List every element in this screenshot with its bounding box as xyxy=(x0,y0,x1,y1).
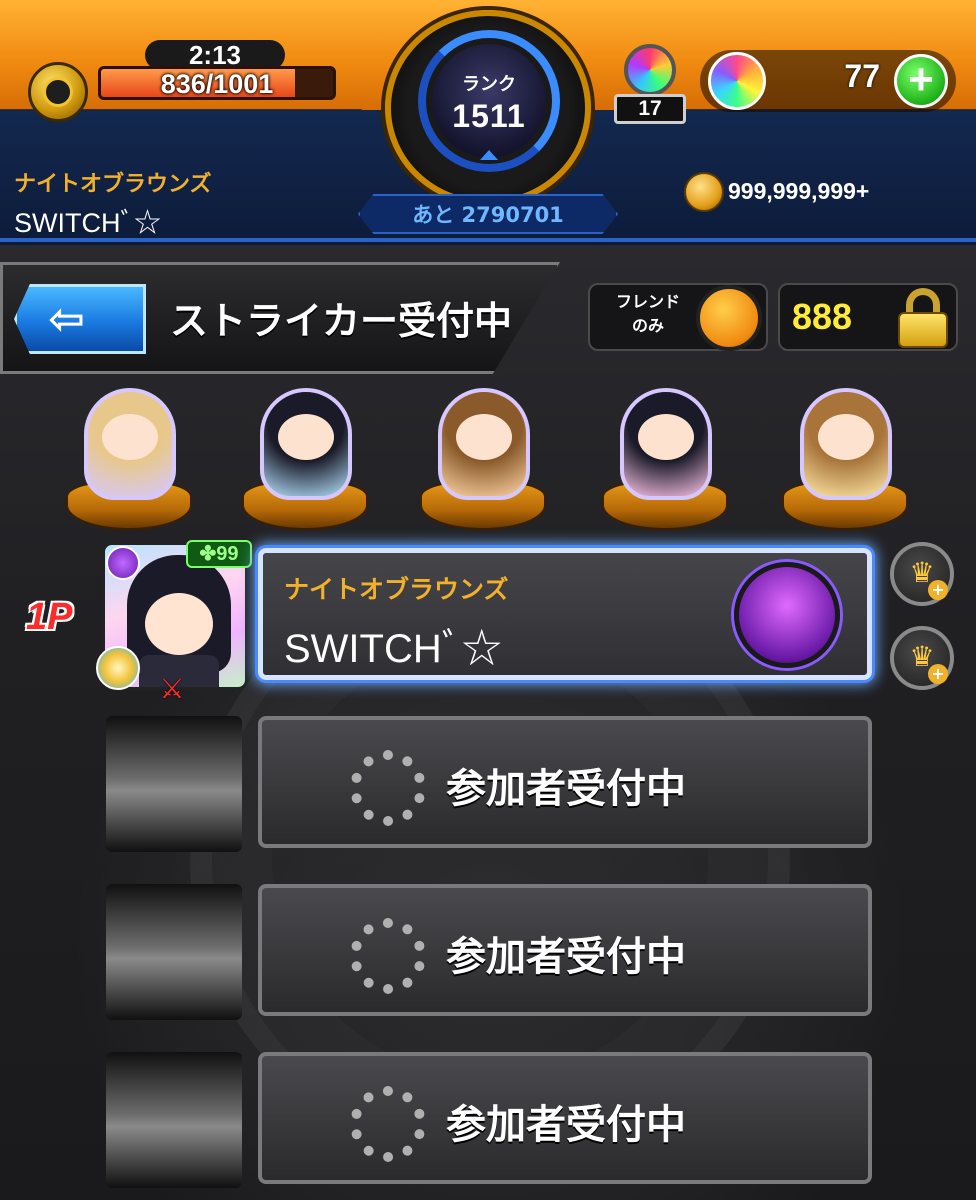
coin-value: 999,999,999+ xyxy=(728,178,870,204)
page-title: ストライカー受付中 xyxy=(170,299,513,343)
deck-monster-4[interactable] xyxy=(598,380,738,540)
deck-monster-1[interactable] xyxy=(62,380,202,540)
player-medal-icon[interactable] xyxy=(28,62,88,122)
waiting-label: 参加者受付中 xyxy=(446,1102,686,1148)
team-name: ナイトオブラウンズ xyxy=(14,172,212,197)
leader-face xyxy=(145,593,213,655)
player-slot-label: 1P xyxy=(26,596,73,638)
rank-next-exp: あと 2790701 xyxy=(358,194,618,234)
character-face xyxy=(278,414,334,460)
waiting-label: 参加者受付中 xyxy=(446,934,686,980)
gacha-item[interactable]: 17 xyxy=(612,44,688,126)
rank-up-arrow-icon xyxy=(480,150,498,160)
character-face xyxy=(456,414,512,460)
loading-spinner-icon xyxy=(350,750,426,826)
back-arrow-icon: ⇦ xyxy=(48,294,85,345)
deck-monster-5[interactable] xyxy=(778,380,918,540)
player-avatar xyxy=(734,562,840,668)
loading-spinner-icon xyxy=(350,918,426,994)
rank-label: ランク xyxy=(462,74,516,95)
rank-value: 1511 xyxy=(452,98,526,134)
deck-monster-3[interactable] xyxy=(416,380,556,540)
dark-element-icon xyxy=(106,546,140,580)
empty-player-thumb xyxy=(106,1052,242,1188)
friend-filter-icon[interactable] xyxy=(696,285,762,351)
waiting-label: 参加者受付中 xyxy=(446,766,686,812)
medal-face-icon xyxy=(43,77,73,107)
plus-icon: + xyxy=(928,580,948,600)
lock-icon[interactable] xyxy=(892,284,956,350)
add-orb-button[interactable]: + xyxy=(894,54,948,108)
slot-team-name: ナイトオブラウンズ xyxy=(284,575,509,604)
gacha-count: 17 xyxy=(614,94,686,124)
lock-body xyxy=(898,312,948,348)
empty-player-thumb xyxy=(106,716,242,852)
slot-player-name: SWITCHﾞ☆ xyxy=(284,627,502,671)
crown-add-button[interactable]: ♛ + xyxy=(890,542,954,606)
orb-count: 77 xyxy=(844,58,880,94)
fighter-type-icon: ⚔ xyxy=(159,672,185,705)
luck-badge: ✤99 xyxy=(186,540,252,568)
plus-icon: + xyxy=(928,664,948,684)
gacha-ball-icon xyxy=(624,44,676,96)
character-face xyxy=(818,414,874,460)
friend-only-label: フレンド のみ xyxy=(615,292,680,335)
stamina-value: 836/1001 xyxy=(160,69,274,99)
character-face xyxy=(638,414,694,460)
room-password-value: 888 xyxy=(792,296,853,337)
empty-player-thumb xyxy=(106,884,242,1020)
loading-spinner-icon xyxy=(350,1086,426,1162)
stamina-bar: 836/1001 xyxy=(98,66,336,100)
character-face xyxy=(102,414,158,460)
coin-icon xyxy=(684,172,724,212)
ability-icon xyxy=(96,646,140,690)
crown-add-button[interactable]: ♛ + xyxy=(890,626,954,690)
player-name: SWITCHﾞ☆ xyxy=(14,208,161,238)
deck-monster-2[interactable] xyxy=(238,380,378,540)
orb-icon xyxy=(708,52,766,110)
